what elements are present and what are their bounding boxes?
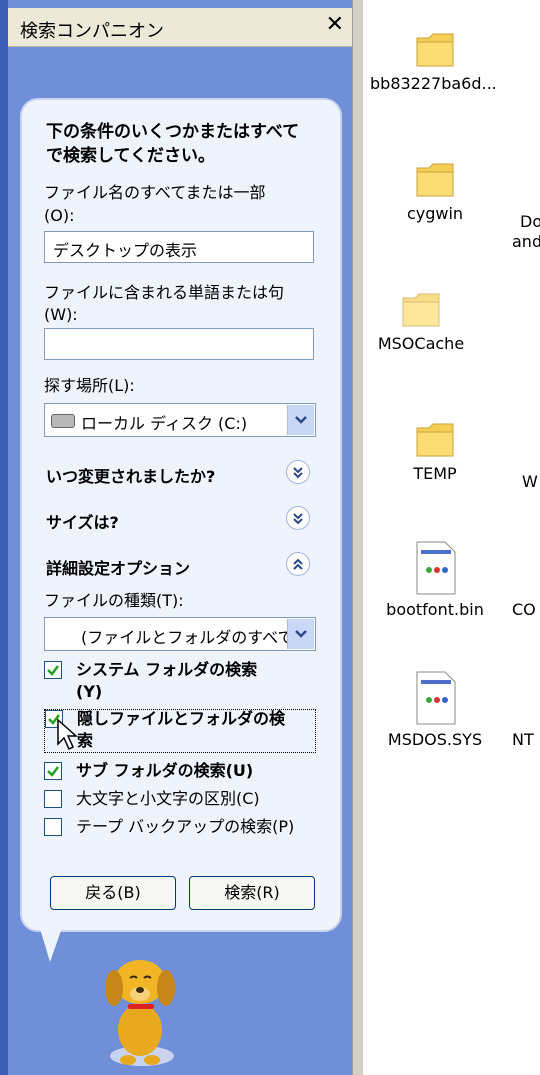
option-hidden-files[interactable]: 隠しファイルとフォルダの検 索 [44,709,316,753]
section-advanced[interactable]: 詳細設定オプション [46,552,316,580]
clipped-file-name[interactable]: CO [512,600,536,619]
folder-icon [416,163,454,197]
mouse-cursor-icon [57,718,78,751]
checkbox[interactable] [44,818,62,836]
file-name: cygwin [406,204,464,223]
option-label: テープ バックアップの検索(P) [76,817,295,836]
bubble-tail [38,922,64,962]
expand-chevron-icon[interactable] [286,506,310,530]
option-label: 隠しファイルとフォルダの検 [77,709,286,728]
clipped-file-name[interactable]: and [512,232,540,251]
option-label: システム フォルダの検索 [76,660,258,679]
option-tape-backup[interactable]: テープ バックアップの検索(P) [44,817,316,840]
pane-edge [0,0,8,1075]
option-system-folders[interactable]: システム フォルダの検索 (Y) [44,660,316,705]
file-item[interactable]: bb83227ba6d... [370,26,500,93]
search-button[interactable]: 検索(R) [189,876,315,910]
file-name: MSDOS.SYS [387,730,483,749]
clipped-file-name[interactable]: W [522,472,538,491]
chevron-down-icon[interactable] [287,405,314,435]
words-input[interactable] [44,328,314,360]
file-icon [416,671,456,725]
drive-icon [51,414,75,428]
lookin-select[interactable]: ローカル ディスク (C:) [44,403,316,437]
lookin-label: 探す場所(L): [44,376,135,395]
option-label: 大文字と小文字の区別(C) [76,789,260,808]
file-item[interactable]: MSOCache [356,286,486,353]
filetype-select[interactable]: (ファイルとフォルダのすべて [44,617,316,651]
section-size-title: サイズは? [46,513,119,532]
close-icon[interactable]: ✕ [326,13,344,37]
section-size[interactable]: サイズは? [46,506,316,534]
file-item[interactable]: bootfont.bin [370,540,500,619]
back-button[interactable]: 戻る(B) [50,876,176,910]
section-modified-title: いつ変更されましたか? [46,467,216,486]
checkbox[interactable] [44,790,62,808]
folder-icon [416,423,454,457]
file-item[interactable]: MSDOS.SYS [370,670,500,749]
file-name: MSOCache [377,334,465,353]
search-heading: 下の条件のいくつかまたはすべてで検索してください。 [46,122,300,166]
file-name: bb83227ba6d... [370,74,497,93]
lookin-value: ローカル ディスク (C:) [81,414,248,433]
folder-icon [416,33,454,67]
filetype-value: (ファイルとフォルダのすべて [81,628,294,647]
folder-icon [402,293,440,327]
collapse-chevron-icon[interactable] [286,552,310,576]
filename-input[interactable]: デスクトップの表示 [44,231,314,263]
filename-label: ファイル名のすべてまたは一部 [44,183,266,202]
companion-title-bar: 検索コンパニオン ✕ [8,8,352,47]
words-label-key: (W): [44,305,78,324]
words-label: ファイルに含まれる単語または句 [44,283,285,302]
clipped-file-name[interactable]: NT [512,730,534,749]
file-item[interactable]: cygwin [370,156,500,223]
file-name: TEMP [413,464,457,483]
option-case-sensitive[interactable]: 大文字と小文字の区別(C) [44,789,316,812]
chevron-down-icon[interactable] [287,619,314,649]
file-icon [416,541,456,595]
section-advanced-title: 詳細設定オプション [46,559,191,578]
expand-chevron-icon[interactable] [286,460,310,484]
option-label-line2: (Y) [76,682,103,701]
file-name: bootfont.bin [386,600,484,619]
checkbox[interactable] [44,661,62,679]
search-dog-icon [105,960,175,1066]
option-subfolders[interactable]: サブ フォルダの検索(U) [44,761,316,784]
companion-title: 検索コンパニオン [20,21,164,42]
filename-label-key: (O): [44,206,75,225]
option-label: サブ フォルダの検索(U) [76,761,254,780]
filetype-label: ファイルの種類(T): [44,591,184,610]
pane-splitter[interactable] [352,0,364,1075]
clipped-file-name[interactable]: Do [520,212,540,231]
file-item[interactable]: TEMP [370,416,500,483]
section-modified[interactable]: いつ変更されましたか? [46,460,316,488]
checkbox[interactable] [44,762,62,780]
